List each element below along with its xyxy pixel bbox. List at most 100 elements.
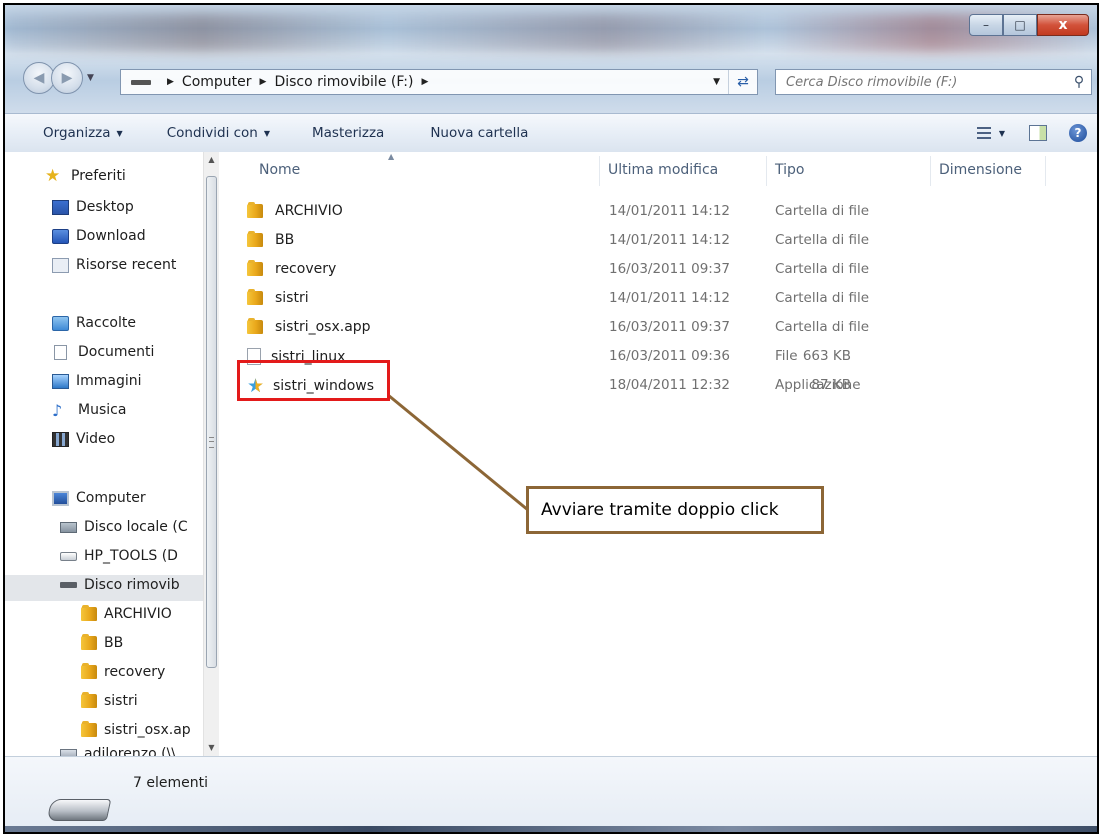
sidebar-item-libraries[interactable]: Raccolte [52,315,136,331]
sidebar-item-recent[interactable]: Risorse recent [52,257,176,273]
sidebar-item-archivio[interactable]: ARCHIVIO [81,605,172,622]
navigation-buttons: ◀ ▶ ▼ [23,62,94,94]
file-row[interactable]: sistri_osx.app 16/03/2011 09:37 Cartella… [219,313,1097,342]
file-row[interactable]: ARCHIVIO 14/01/2011 14:12 Cartella di fi… [219,197,1097,226]
folder-icon [247,260,263,276]
callout-note: Avviare tramite doppio click [526,486,824,534]
organize-button[interactable]: Organizza ▼ [33,125,133,141]
column-header-name[interactable]: Nome [259,162,300,178]
download-folder-icon [52,228,69,244]
help-icon[interactable]: ? [1069,124,1087,142]
details-pane: 7 elementi [5,756,1097,832]
column-header-modified[interactable]: Ultima modifica [608,162,718,178]
preview-pane-icon[interactable] [1029,125,1047,141]
refresh-icon[interactable]: ⇄ [728,70,757,94]
sidebar-item-label: sistri_osx.ap [104,722,191,738]
sidebar-item-label: Musica [78,402,127,418]
desktop-icon [52,199,69,215]
nav-scrollbar[interactable]: ▲ ▼ [203,152,219,756]
removable-drive-icon [46,799,112,821]
file-modified: 14/01/2011 14:12 [609,203,731,219]
recent-pages-dropdown[interactable]: ▼ [87,73,94,83]
file-row[interactable]: recovery 16/03/2011 09:37 Cartella di fi… [219,255,1097,284]
file-row[interactable]: BB 14/01/2011 14:12 Cartella di file [219,226,1097,255]
sidebar-item-music[interactable]: ♪ Musica [52,402,126,418]
sidebar-item-download[interactable]: Download [52,228,146,244]
sidebar-item-sistri-osx[interactable]: sistri_osx.ap [81,721,191,738]
pictures-icon [52,373,69,389]
document-icon [54,344,67,360]
folder-icon [247,202,263,218]
file-name: recovery [275,261,337,277]
sidebar-item-label: adilorenzo (\\ [84,746,177,756]
column-divider[interactable] [930,156,931,186]
folder-icon [247,289,263,305]
item-count: 7 elementi [133,775,208,791]
column-header-size[interactable]: Dimensione [939,162,1022,178]
file-name: BB [275,232,295,248]
chevron-down-icon[interactable]: ▼ [999,129,1005,138]
breadcrumb-separator-icon[interactable]: ▶ [167,77,174,87]
breadcrumb-separator-icon[interactable]: ▶ [422,77,429,87]
burn-button[interactable]: Masterizza [302,125,394,141]
file-name-cell: sistri_osx.app [247,318,371,335]
search-icon[interactable]: ⚲ [1067,74,1091,90]
address-controls: ▼ ⇄ [705,70,757,94]
sidebar-item-documents[interactable]: Documenti [54,344,154,360]
sidebar-item-label: Disco rimovib [84,577,180,593]
scroll-thumb[interactable] [206,176,217,668]
sidebar-item-label: BB [104,635,124,651]
breadcrumb-computer[interactable]: Computer [182,74,252,90]
file-size: 87 KB [811,377,851,393]
sidebar-item-label: Desktop [76,199,134,215]
sidebar-item-removable-disk[interactable]: Disco rimovib [60,577,180,593]
sidebar-item-bb[interactable]: BB [81,634,124,651]
sidebar-item-network-drive[interactable]: adilorenzo (\\ [60,746,176,756]
file-name: sistri [275,290,309,306]
drive-icon [60,551,77,561]
sidebar-item-label: Download [76,228,146,244]
sidebar-item-favorites[interactable]: ★ Preferiti [45,167,126,184]
file-type: Cartella di file [775,261,870,277]
close-button[interactable]: x [1037,14,1089,36]
highlight-box [237,360,390,401]
new-folder-label: Nuova cartella [430,125,529,141]
drive-icon [131,79,151,85]
share-button[interactable]: Condividi con ▼ [157,125,280,141]
address-bar[interactable]: ▶ Computer ▶ Disco rimovibile (F:) ▶ ▼ ⇄ [120,69,758,95]
organize-label: Organizza [43,125,111,141]
file-size: 663 KB [802,348,851,364]
file-row[interactable]: sistri 14/01/2011 14:12 Cartella di file [219,284,1097,313]
breadcrumb-removable-disk[interactable]: Disco rimovibile (F:) [274,74,413,90]
sidebar-item-images[interactable]: Immagini [52,373,142,389]
sidebar-item-hp-tools[interactable]: HP_TOOLS (D [60,548,178,564]
column-divider[interactable] [766,156,767,186]
sidebar-item-sistri[interactable]: sistri [81,692,138,709]
minimize-button[interactable]: – [969,14,1003,36]
sidebar-item-local-disk[interactable]: Disco locale (C [60,519,188,535]
address-dropdown-icon[interactable]: ▼ [705,77,728,87]
sidebar-item-video[interactable]: Video [52,431,115,447]
music-note-icon: ♪ [52,400,63,420]
sidebar-item-label: Preferiti [71,168,126,184]
folder-icon [81,605,97,621]
search-box[interactable]: ⚲ [775,69,1092,95]
chevron-down-icon: ▼ [116,128,123,138]
breadcrumb-separator-icon[interactable]: ▶ [260,77,267,87]
column-divider[interactable] [1045,156,1046,186]
maximize-button[interactable]: □ [1003,14,1037,36]
column-header-type[interactable]: Tipo [775,162,804,178]
scroll-down-icon[interactable]: ▼ [204,740,219,756]
file-name-cell: recovery [247,260,337,277]
scroll-up-icon[interactable]: ▲ [204,152,219,168]
sidebar-item-computer[interactable]: Computer [52,490,146,506]
new-folder-button[interactable]: Nuova cartella [420,125,538,141]
column-divider[interactable] [599,156,600,186]
sidebar-item-label: Risorse recent [76,257,177,273]
forward-button[interactable]: ▶ [51,62,83,94]
sidebar-item-recovery[interactable]: recovery [81,663,165,680]
sidebar-item-desktop[interactable]: Desktop [52,199,134,215]
file-modified: 18/04/2011 12:32 [609,377,731,393]
search-input[interactable] [784,70,1067,94]
view-options-icon[interactable] [976,127,991,139]
